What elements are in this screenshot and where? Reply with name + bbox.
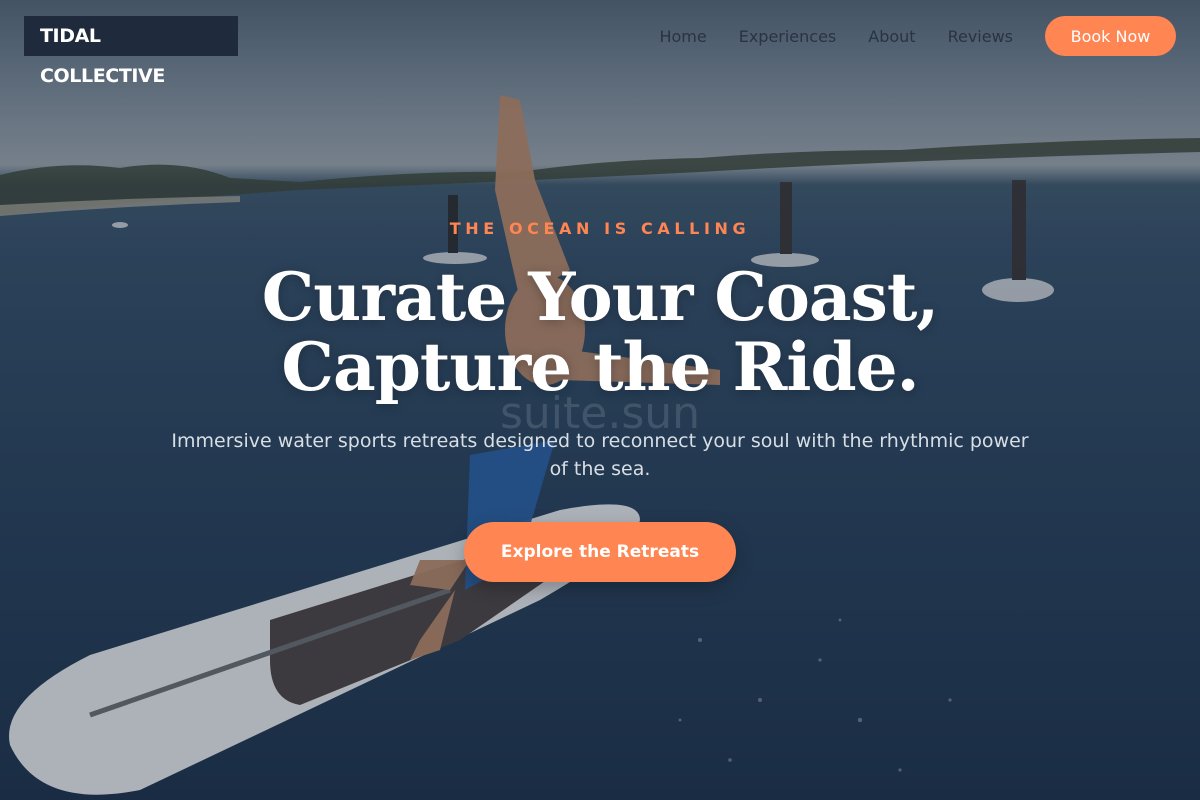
hero-section: TIDAL COLLECTIVE Home Experiences About … — [0, 0, 1200, 800]
hero-headline: Curate Your Coast, Capture the Ride. — [0, 262, 1200, 402]
nav-link-experiences[interactable]: Experiences — [739, 27, 837, 46]
nav-link-about[interactable]: About — [868, 27, 915, 46]
brand-logo[interactable]: TIDAL COLLECTIVE — [24, 16, 238, 87]
explore-retreats-button[interactable]: Explore the Retreats — [464, 522, 736, 582]
hero-eyebrow: THE OCEAN IS CALLING — [449, 219, 751, 238]
main-nav: Home Experiences About Reviews Book Now — [659, 16, 1176, 56]
hero-headline-line-1: Curate Your Coast, — [261, 258, 940, 336]
book-now-button[interactable]: Book Now — [1045, 16, 1176, 56]
hero-subtitle: Immersive water sports retreats designed… — [171, 430, 1029, 480]
nav-link-home[interactable]: Home — [659, 27, 706, 46]
nav-link-reviews[interactable]: Reviews — [948, 27, 1013, 46]
